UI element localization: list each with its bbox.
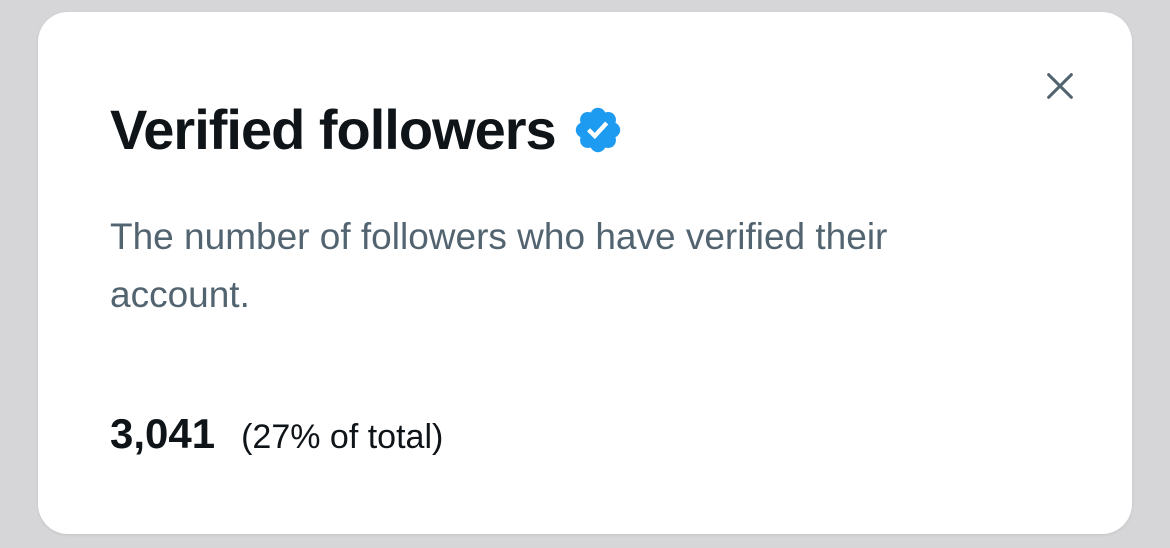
close-button[interactable] (1034, 62, 1086, 114)
verified-followers-stat: 3,041 (27% of total) (110, 410, 443, 458)
dialog-description: The number of followers who have verifie… (110, 216, 888, 315)
dialog-title: Verified followers (110, 98, 557, 161)
dialog-header: Verified followers (110, 90, 624, 170)
verified-followers-dialog: Verified followers The number of followe… (38, 12, 1132, 534)
verified-badge-icon (572, 104, 624, 156)
verified-followers-percent: (27% of total) (241, 418, 444, 456)
close-icon (1043, 69, 1077, 108)
verified-followers-count: 3,041 (110, 410, 216, 457)
